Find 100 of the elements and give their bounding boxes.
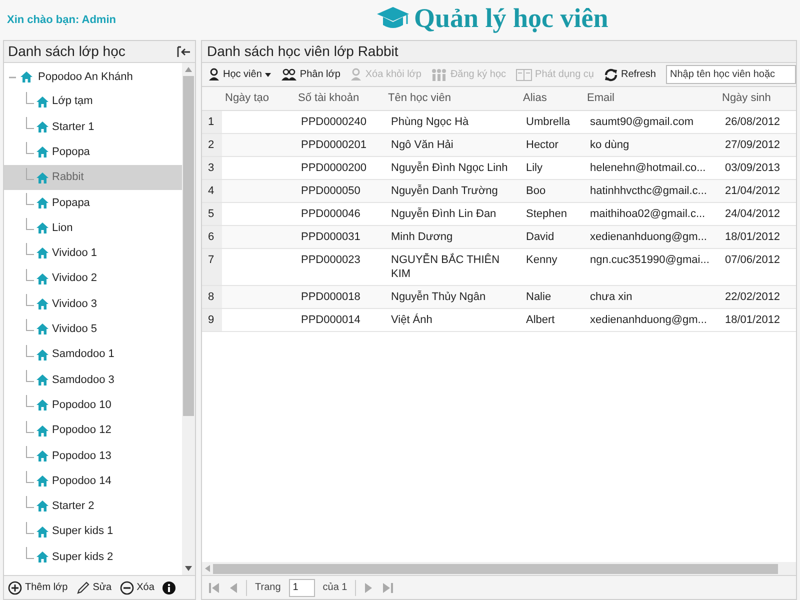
table-cell-text: PPD0000200 bbox=[300, 161, 368, 176]
table-cell-text: Boo bbox=[525, 184, 547, 199]
table-cell-text: David bbox=[525, 230, 556, 245]
tree-item[interactable]: Vividoo 5 bbox=[4, 316, 182, 342]
table-cell-text: PPD000014 bbox=[300, 313, 362, 328]
row-number: 1 bbox=[202, 111, 222, 133]
table-cell-text: 21/04/2012 bbox=[724, 184, 782, 199]
row-number: 9 bbox=[202, 309, 222, 331]
column-header[interactable]: Email bbox=[581, 90, 716, 107]
row-number: 6 bbox=[202, 226, 222, 248]
table-cell-text: PPD000031 bbox=[300, 230, 362, 245]
toolbar-button[interactable]: Phân lớp bbox=[280, 67, 340, 82]
table-cell-text: Stephen bbox=[525, 207, 568, 222]
table-cell-text: 22/02/2012 bbox=[724, 290, 782, 305]
tree-item[interactable]: Popodoo 13 bbox=[4, 443, 182, 468]
tree-item[interactable]: Rabbit bbox=[4, 164, 182, 190]
column-header[interactable]: Ngày tạo bbox=[219, 90, 292, 107]
table-cell-text: 18/01/2012 bbox=[724, 313, 782, 328]
table-cell-text: Albert bbox=[525, 313, 556, 328]
last-page-icon[interactable] bbox=[382, 582, 394, 594]
toolbar-button[interactable]: Refresh bbox=[604, 67, 656, 82]
next-page-icon[interactable] bbox=[364, 582, 374, 594]
house-icon bbox=[36, 172, 49, 184]
footer-button[interactable]: Sửa bbox=[76, 580, 112, 595]
table-cell-text: NGUYỄN BẮC THIÊN KIM bbox=[390, 252, 501, 282]
table-cell-text: Phùng Ngọc Hà bbox=[390, 115, 470, 130]
table-cell-text: PPD000046 bbox=[300, 207, 362, 222]
page-count: của 1 bbox=[322, 581, 348, 595]
scroll-down-icon[interactable] bbox=[185, 566, 192, 571]
minus-circle-icon bbox=[120, 580, 134, 594]
app-title: Quản lý học viên bbox=[414, 5, 608, 32]
tree-item[interactable]: Popopa bbox=[4, 140, 182, 165]
tree-item[interactable]: Lion bbox=[4, 215, 182, 241]
house-icon bbox=[36, 526, 49, 538]
house-icon bbox=[36, 222, 49, 234]
tree-item[interactable]: Popapa bbox=[4, 190, 182, 216]
info-icon[interactable] bbox=[162, 580, 176, 594]
panel-title: Danh sách lớp học bbox=[8, 42, 126, 61]
page-field[interactable]: 1 bbox=[288, 578, 315, 596]
collapse-icon[interactable] bbox=[177, 46, 191, 58]
toolbar-button[interactable]: Học viên bbox=[208, 67, 271, 82]
table-cell-text: 26/08/2012 bbox=[724, 115, 782, 130]
footer-button[interactable]: Thêm lớp bbox=[8, 580, 68, 595]
row-number: 8 bbox=[202, 286, 222, 308]
tree-item[interactable]: Super kids 2 bbox=[4, 544, 182, 570]
table-cell-text: Minh Dương bbox=[390, 230, 454, 245]
scrollbar[interactable] bbox=[182, 63, 195, 575]
caret-icon bbox=[264, 72, 271, 76]
plus-circle-icon bbox=[8, 580, 22, 594]
house-icon bbox=[36, 146, 49, 158]
tree-item[interactable]: Starter 1 bbox=[4, 114, 182, 140]
tree-item[interactable]: Popodoo 14 bbox=[4, 468, 182, 494]
table-cell-text: PPD0000240 bbox=[300, 115, 368, 130]
tree-item[interactable]: Super kids 1 bbox=[4, 519, 182, 544]
column-header[interactable]: Số tài khoản bbox=[292, 90, 382, 107]
column-header[interactable]: Tên học viên bbox=[382, 90, 517, 107]
house-icon bbox=[36, 272, 49, 285]
house-icon bbox=[20, 71, 33, 83]
table-cell-text: PPD0000201 bbox=[300, 138, 368, 153]
table-cell-text: 07/06/2012 bbox=[724, 253, 782, 268]
house-icon bbox=[36, 424, 49, 436]
row-number: 4 bbox=[202, 180, 222, 202]
tree-item[interactable]: Popodoo An Khánh bbox=[4, 65, 182, 89]
tree-item[interactable]: Popodoo 12 bbox=[4, 418, 182, 444]
house-icon bbox=[36, 550, 49, 563]
tree-item[interactable]: Vividoo 2 bbox=[4, 266, 182, 292]
book-icon bbox=[516, 68, 532, 80]
house-icon bbox=[36, 323, 49, 336]
table-cell-text: Nalie bbox=[525, 290, 552, 305]
house-icon bbox=[36, 348, 49, 361]
house-icon bbox=[36, 247, 49, 260]
table-cell-text: 24/04/2012 bbox=[724, 207, 782, 222]
tree-item[interactable]: Vividoo 1 bbox=[4, 240, 182, 266]
refresh-icon bbox=[604, 68, 618, 82]
tree-item[interactable]: Starter 2 bbox=[4, 494, 182, 520]
tree-item[interactable]: Samdodoo 1 bbox=[4, 342, 182, 368]
page-label: Trang bbox=[255, 581, 281, 595]
house-icon bbox=[36, 96, 49, 108]
tree-item[interactable]: Popodoo 10 bbox=[4, 392, 182, 418]
scroll-up-icon[interactable] bbox=[185, 67, 192, 72]
table-cell-text: ko dùng bbox=[589, 138, 630, 153]
table-cell-text: Umbrella bbox=[525, 115, 572, 130]
horizontal-scrollbar[interactable] bbox=[202, 562, 796, 575]
table-cell-text: Nguyễn Đình Lin Đan bbox=[390, 206, 498, 222]
table-cell-text: 03/09/2013 bbox=[724, 161, 782, 176]
table-cell-text: Nguyễn Đình Ngọc Linh bbox=[390, 160, 509, 176]
previous-page-icon[interactable] bbox=[228, 582, 238, 594]
house-icon bbox=[36, 196, 49, 209]
tree-item[interactable]: Lớp tạm bbox=[4, 89, 182, 114]
column-header[interactable]: Ngày sinh bbox=[716, 90, 796, 107]
scroll-left-icon[interactable] bbox=[205, 565, 210, 572]
footer-button[interactable]: Xóa bbox=[120, 580, 154, 595]
table-cell-text: Kenny bbox=[525, 253, 558, 268]
tree-item[interactable]: Samdodoo 3 bbox=[4, 367, 182, 393]
row-number: 5 bbox=[202, 203, 222, 225]
search-field[interactable]: Nhập tên học viên hoặc bbox=[666, 65, 796, 84]
column-header[interactable]: Alias bbox=[517, 90, 581, 107]
tree-item[interactable]: Vividoo 3 bbox=[4, 291, 182, 317]
first-page-icon[interactable] bbox=[208, 582, 220, 594]
table-cell-text: Lily bbox=[525, 161, 544, 176]
